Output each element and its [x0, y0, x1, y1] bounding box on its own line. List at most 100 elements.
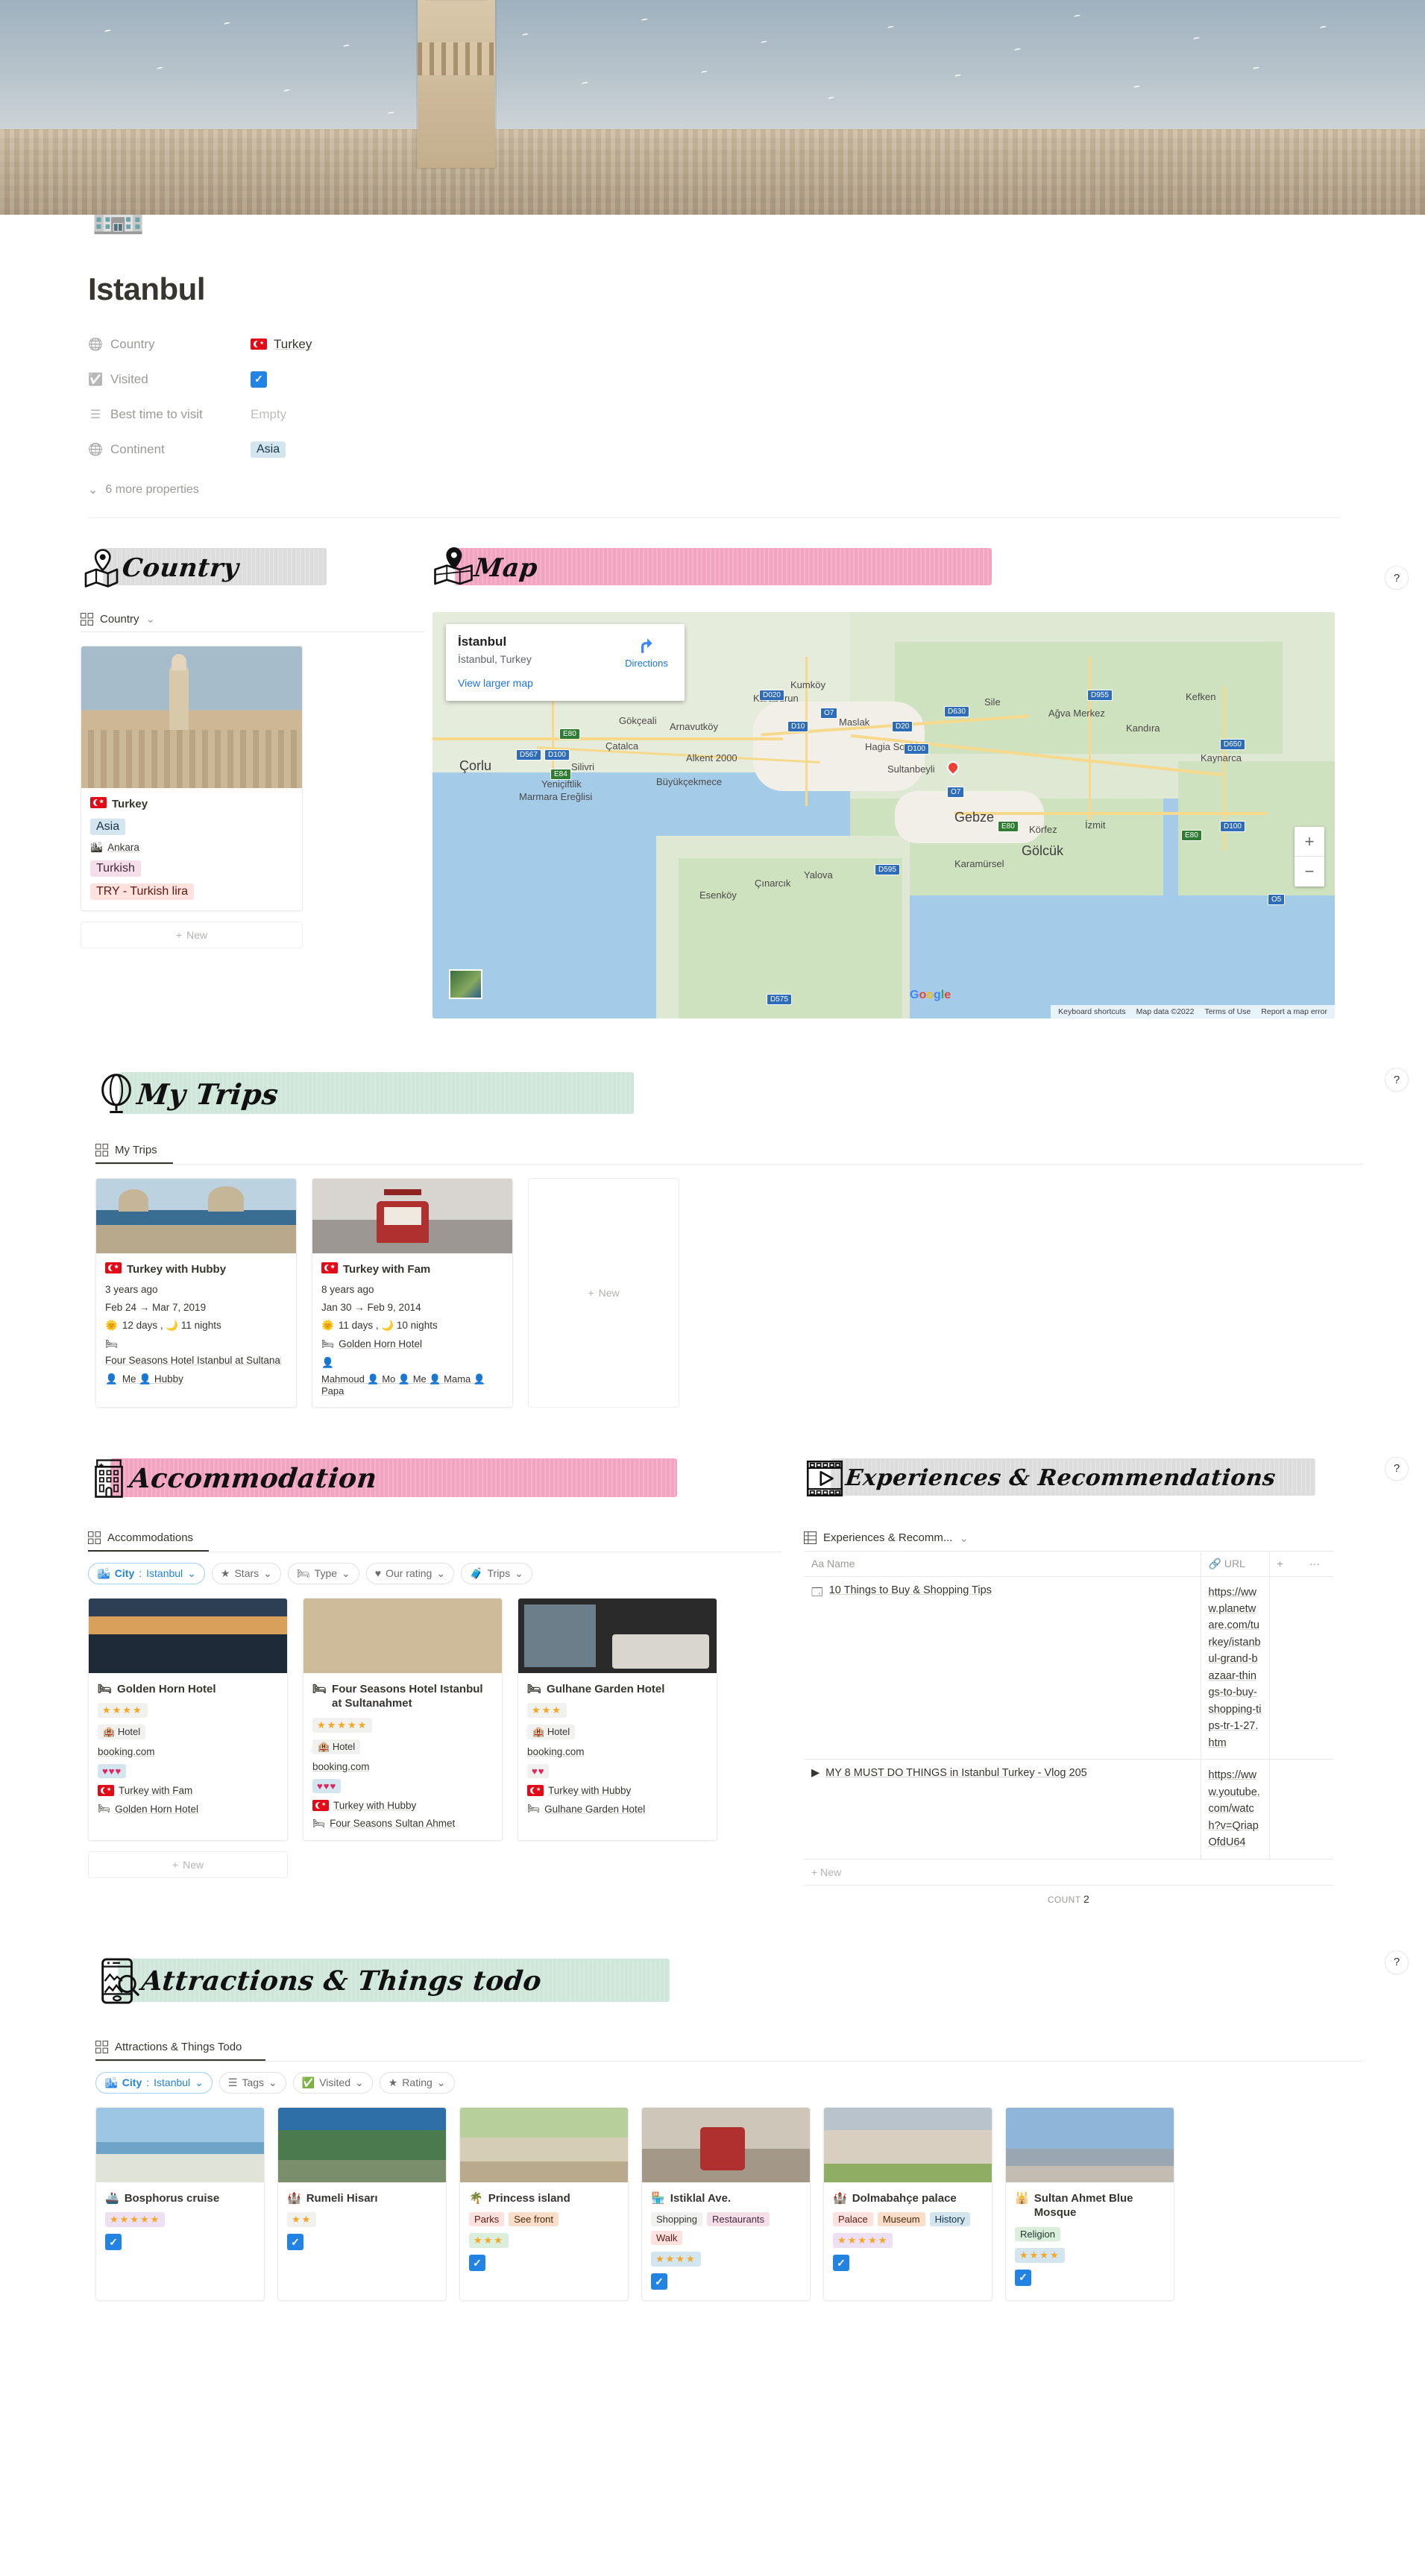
- view-larger-map-link[interactable]: View larger map: [458, 677, 673, 689]
- chevron-down-icon[interactable]: ⌄: [146, 612, 156, 626]
- accommodation-link[interactable]: 🛏 Gulhane Garden Hotel: [527, 1803, 708, 1815]
- attraction-card[interactable]: 🏪 Istiklal Ave. Shopping Restaurants Wal…: [641, 2106, 811, 2302]
- attraction-card[interactable]: 🚢 Bosphorus cruise ★★★★★ ✓: [95, 2106, 265, 2302]
- map-footer-links[interactable]: Keyboard shortcuts Map data ©2022 Terms …: [1051, 1005, 1335, 1018]
- map-zoom-controls[interactable]: + −: [1295, 827, 1324, 887]
- filter-our-rating[interactable]: ♥ Our rating ⌄: [365, 1562, 455, 1584]
- help-button-trips[interactable]: ?: [1385, 1068, 1409, 1092]
- trip-new-card[interactable]: + New: [528, 1178, 679, 1408]
- property-row-best-time[interactable]: ☰ Best time to visit Empty: [88, 397, 1341, 432]
- visited-checkbox[interactable]: ✓: [1015, 2269, 1031, 2286]
- accommodation-card[interactable]: 🛏 Golden Horn Hotel ★★★★ 🏨 Hotel booking…: [88, 1597, 288, 1841]
- trip-hotel-links[interactable]: Golden Horn Hotel: [339, 1338, 422, 1350]
- attraction-visited[interactable]: ✓: [469, 2255, 619, 2272]
- country-new-button[interactable]: + New: [81, 921, 303, 948]
- capital-link[interactable]: Ankara: [107, 842, 139, 853]
- cell-url[interactable]: https://www.youtube.com/watch?v=QriapOfd…: [1200, 1759, 1269, 1859]
- property-value-visited[interactable]: ✓: [251, 371, 267, 388]
- trip-hotel-links[interactable]: Four Seasons Hotel Istanbul at Sultanahm…: [105, 1355, 281, 1367]
- accommodation-card[interactable]: 🛏 Four Seasons Hotel Istanbul at Sultana…: [303, 1597, 503, 1841]
- attraction-visited[interactable]: ✓: [287, 2234, 437, 2251]
- attraction-visited[interactable]: ✓: [833, 2255, 983, 2272]
- visited-checkbox[interactable]: ✓: [651, 2273, 667, 2290]
- accommodation-link[interactable]: 🛏 Golden Horn Hotel: [98, 1803, 278, 1815]
- accommodation-trip[interactable]: Turkey with Hubby: [527, 1784, 708, 1796]
- map-satellite-thumbnail[interactable]: [449, 969, 482, 999]
- visited-checkbox[interactable]: ✓: [287, 2234, 303, 2251]
- column-header-name[interactable]: Aa Name: [804, 1550, 1201, 1577]
- cell-url[interactable]: https://www.planetware.com/turkey/istanb…: [1200, 1576, 1269, 1760]
- keyboard-shortcuts-link[interactable]: Keyboard shortcuts: [1058, 1007, 1125, 1016]
- filter-city[interactable]: 🏙 City: Istanbul ⌄: [95, 2071, 213, 2094]
- country-db-header[interactable]: Country ⌄: [81, 612, 425, 632]
- experience-name-link[interactable]: MY 8 MUST DO THINGS in Istanbul Turkey -…: [825, 1767, 1087, 1779]
- cell-name[interactable]: 🗔 10 Things to Buy & Shopping Tips: [804, 1576, 1201, 1760]
- more-properties-toggle[interactable]: ⌄ 6 more properties: [88, 477, 1341, 503]
- column-header-url[interactable]: 🔗 URL: [1200, 1550, 1269, 1577]
- table-row[interactable]: ▶ MY 8 MUST DO THINGS in Istanbul Turkey…: [804, 1759, 1333, 1859]
- zoom-in-button[interactable]: +: [1295, 827, 1324, 857]
- country-card[interactable]: Turkey Asia 🏙 Ankara Turkish: [81, 646, 303, 911]
- country-card-capital[interactable]: 🏙 Ankara: [90, 842, 293, 854]
- add-column-button[interactable]: +: [1268, 1550, 1302, 1577]
- help-button-experiences[interactable]: ?: [1385, 1456, 1409, 1481]
- filter-tags[interactable]: ☰ Tags ⌄: [218, 2071, 286, 2094]
- filter-trips[interactable]: 🧳 Trips ⌄: [461, 1562, 532, 1584]
- filter-visited[interactable]: ✅ Visited ⌄: [292, 2071, 373, 2094]
- accommodation-source[interactable]: booking.com: [98, 1746, 278, 1757]
- terms-of-use-link[interactable]: Terms of Use: [1204, 1007, 1251, 1016]
- filter-type[interactable]: 🛏 Type ⌄: [287, 1562, 359, 1584]
- experiences-new-row-button[interactable]: + New: [804, 1859, 1333, 1886]
- trip-card[interactable]: Turkey with Hubby 3 years ago Feb 24 → M…: [95, 1178, 297, 1408]
- attraction-card[interactable]: 🌴 Princess island Parks See front ★★★ ✓: [459, 2106, 629, 2302]
- accommodation-source[interactable]: booking.com: [312, 1761, 493, 1772]
- property-value-continent[interactable]: Asia: [251, 441, 286, 458]
- visited-checkbox[interactable]: ✓: [251, 371, 267, 388]
- chevron-down-icon[interactable]: ⌄: [959, 1531, 969, 1545]
- accommodation-card[interactable]: 🛏 Gulhane Garden Hotel ★★★ 🏨 Hotel booki…: [518, 1597, 717, 1841]
- trip-people[interactable]: 👤 Mahmoud 👤 Mo 👤 Me 👤 Mama 👤 Papa: [321, 1357, 503, 1396]
- experience-url-link[interactable]: https://www.planetware.com/turkey/istanb…: [1209, 1587, 1262, 1749]
- property-row-continent[interactable]: 🌐 Continent Asia: [88, 432, 1341, 467]
- my-trips-db-header[interactable]: My Trips: [95, 1144, 1363, 1162]
- attraction-card[interactable]: 🕌 Sultan Ahmet Blue Mosque Religion ★★★★…: [1005, 2106, 1174, 2302]
- attraction-card[interactable]: 🏰 Rumeli Hisarı ★★ ✓: [277, 2106, 447, 2302]
- property-row-country[interactable]: 🌐 Country Turkey: [88, 327, 1341, 362]
- map-directions-button[interactable]: Directions: [620, 636, 673, 669]
- accommodation-source[interactable]: booking.com: [527, 1746, 708, 1757]
- zoom-out-button[interactable]: −: [1295, 857, 1324, 887]
- accommodation-trip[interactable]: Turkey with Fam: [98, 1784, 278, 1796]
- experiences-db-header[interactable]: Experiences & Recomm... ⌄: [804, 1531, 1333, 1551]
- attractions-db-header[interactable]: Attractions & Things Todo: [95, 2040, 1363, 2059]
- property-row-visited[interactable]: ✅ Visited ✓: [88, 362, 1341, 397]
- accommodation-new-button[interactable]: + New: [88, 1851, 288, 1878]
- trip-card[interactable]: Turkey with Fam 8 years ago Jan 30 → Feb…: [312, 1178, 513, 1408]
- filter-stars[interactable]: ★ Stars ⌄: [211, 1562, 281, 1584]
- filter-city[interactable]: 🏙 City: Istanbul ⌄: [88, 1562, 205, 1584]
- property-value-country[interactable]: Turkey: [251, 337, 312, 352]
- cell-name[interactable]: ▶ MY 8 MUST DO THINGS in Istanbul Turkey…: [804, 1759, 1201, 1859]
- google-map-embed[interactable]: Sea of Marmara Çorlu Çatalca Silivri Gök…: [432, 612, 1335, 1018]
- visited-checkbox[interactable]: ✓: [833, 2255, 849, 2272]
- trip-people-links[interactable]: Mahmoud 👤 Mo 👤 Me 👤 Mama 👤 Papa: [321, 1373, 503, 1396]
- experience-url-link[interactable]: https://www.youtube.com/watch?v=QriapOfd…: [1209, 1769, 1260, 1848]
- trip-people[interactable]: 👤 Me 👤 Hubby: [105, 1373, 287, 1385]
- accommodations-db-header[interactable]: Accommodations: [88, 1531, 781, 1550]
- filter-rating[interactable]: ★ Rating ⌄: [379, 2071, 455, 2094]
- trip-people-links[interactable]: Me 👤 Hubby: [122, 1373, 183, 1385]
- property-value-best-time[interactable]: Empty: [251, 407, 286, 422]
- help-button-map[interactable]: ?: [1385, 566, 1409, 590]
- attraction-card[interactable]: 🏰 Dolmabahçe palace Palace Museum Histor…: [823, 2106, 993, 2302]
- trip-hotels[interactable]: 🛏 Four Seasons Hotel Istanbul at Sultana…: [105, 1338, 287, 1367]
- attraction-visited[interactable]: ✓: [651, 2273, 801, 2290]
- visited-checkbox[interactable]: ✓: [469, 2255, 485, 2272]
- table-options-button[interactable]: ···: [1302, 1550, 1333, 1577]
- table-row[interactable]: 🗔 10 Things to Buy & Shopping Tips https…: [804, 1576, 1333, 1760]
- accommodation-trip[interactable]: Turkey with Hubby: [312, 1799, 493, 1811]
- trip-hotels[interactable]: 🛏 Golden Horn Hotel: [321, 1338, 503, 1350]
- country-relation-link[interactable]: Turkey: [274, 337, 312, 352]
- attraction-visited[interactable]: ✓: [1015, 2269, 1165, 2286]
- report-map-error-link[interactable]: Report a map error: [1261, 1007, 1327, 1016]
- accommodation-link[interactable]: 🛏 Four Seasons Sultan Ahmet: [312, 1818, 493, 1830]
- experience-name-link[interactable]: 10 Things to Buy & Shopping Tips: [829, 1584, 992, 1596]
